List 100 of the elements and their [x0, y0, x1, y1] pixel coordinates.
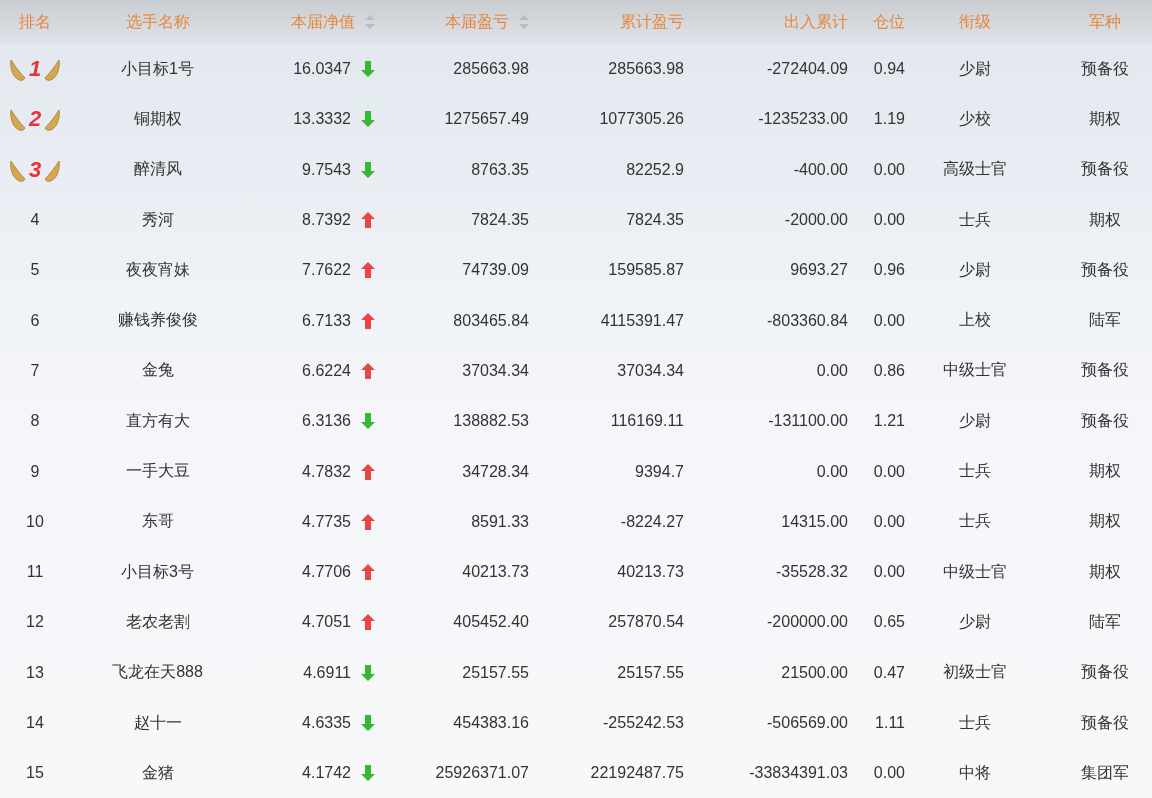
table-cell-text: 士兵: [959, 461, 991, 481]
table-cell-text: 少校: [959, 108, 991, 129]
rank-number: 10: [26, 512, 44, 531]
table-cell: 21500.00: [781, 663, 848, 682]
table-cell-text: 预备役: [1081, 662, 1129, 683]
table-cell: 0.47: [873, 663, 905, 682]
table-cell: 0.00: [873, 160, 905, 179]
rank-number: 13: [26, 663, 44, 682]
table-cell-text: 上校: [959, 310, 991, 331]
net-value: 7.7622: [302, 261, 351, 280]
player-name: 金兔: [141, 360, 174, 381]
player-name: 东哥: [141, 511, 174, 532]
table-cell: 0.00: [873, 512, 905, 531]
net-value: 4.6335: [302, 714, 351, 732]
table-cell-text: 预备役: [1081, 712, 1129, 733]
rank-medal: 2: [8, 106, 62, 133]
table-cell: -506569.00: [767, 714, 848, 732]
table-cell: 138882.53: [453, 412, 529, 431]
table-cell-text: 少尉: [959, 58, 991, 79]
table-cell: 9394.7: [635, 462, 684, 481]
table-cell: 0.96: [873, 261, 905, 280]
table-cell: 4115391.47: [600, 311, 684, 330]
table-cell-text: 预备役: [1081, 410, 1129, 431]
net-value: 4.7051: [302, 613, 351, 632]
player-name: 秀河: [141, 209, 174, 230]
table-cell: 803465.84: [453, 311, 529, 330]
table-cell-text: 初级士官: [943, 662, 1007, 683]
table-cell: 25157.55: [462, 663, 529, 682]
rank-number: 5: [30, 261, 40, 280]
table-cell: 159585.87: [608, 261, 684, 280]
rank-number: 14: [26, 714, 44, 732]
player-name: 直方有大: [125, 410, 190, 431]
table-cell: 0.00: [816, 361, 848, 380]
table-cell-text: 士兵: [959, 511, 991, 532]
column-header: 仓位: [873, 11, 905, 32]
net-value: 8.7392: [302, 211, 351, 230]
table-cell-text: 中级士官: [943, 360, 1007, 381]
table-cell: 40213.73: [462, 563, 529, 582]
table-cell-text: 少尉: [959, 259, 991, 280]
table-cell: -131100.00: [768, 412, 848, 431]
table-cell-text: 陆军: [1089, 611, 1121, 632]
player-name: 铜期权: [133, 108, 182, 129]
net-value: 13.3332: [293, 110, 351, 129]
player-name: 小目标3号: [121, 561, 194, 582]
table-cell: 7824.35: [471, 211, 529, 230]
rank-number: 15: [26, 764, 44, 783]
table-cell-text: 士兵: [959, 209, 991, 230]
sort-icon: [365, 15, 375, 29]
table-cell-text: 预备役: [1081, 259, 1129, 280]
table-cell-text: 中将: [959, 762, 991, 783]
table-cell: 25926371.07: [435, 764, 529, 783]
table-cell-text: 中级士官: [943, 561, 1007, 582]
column-header: 排名: [19, 11, 51, 32]
table-cell: 0.00: [873, 311, 905, 330]
table-cell: 37034.34: [617, 361, 684, 380]
table-cell: 0.00: [873, 211, 905, 230]
table-cell-text: 集团军: [1081, 762, 1129, 783]
table-cell-text: 预备役: [1081, 58, 1129, 79]
table-cell-text: 陆军: [1089, 310, 1121, 331]
net-value: 6.6224: [302, 361, 351, 380]
table-cell: 454383.16: [453, 714, 529, 732]
table-cell: 405452.40: [453, 613, 529, 632]
table-cell: 1275657.49: [444, 110, 529, 129]
table-cell: 0.00: [873, 462, 905, 481]
rank-number: 11: [26, 563, 44, 582]
table-cell-text: 少尉: [959, 410, 991, 431]
net-value: 4.7735: [302, 512, 351, 531]
rank-number: 7: [30, 361, 40, 380]
table-cell: 0.65: [873, 613, 905, 632]
player-name: 老农老割: [125, 611, 190, 632]
column-header: 选手名称: [125, 11, 190, 32]
rank-medal: 1: [8, 56, 62, 83]
table-cell: 40213.73: [617, 563, 684, 582]
table-cell: -8224.27: [620, 512, 684, 531]
table-cell: 74739.09: [462, 261, 529, 280]
column-header[interactable]: 本届净值: [291, 11, 375, 33]
table-cell: 14315.00: [781, 512, 848, 531]
table-cell-text: 高级士官: [943, 159, 1007, 180]
table-cell: 0.00: [873, 563, 905, 582]
table-cell: 285663.98: [453, 60, 529, 79]
table-cell-text: 期权: [1089, 209, 1121, 230]
column-header[interactable]: 本届盈亏: [445, 11, 529, 33]
table-cell: 1.21: [873, 412, 905, 431]
rank-number: 6: [30, 311, 40, 330]
table-cell-text: 预备役: [1081, 159, 1129, 180]
table-cell: -1235233.00: [758, 110, 848, 129]
net-value: 9.7543: [302, 160, 351, 179]
rank-number: 8: [30, 412, 40, 431]
table-cell: 7824.35: [626, 211, 684, 230]
column-header: 衔级: [959, 11, 991, 32]
table-cell-text: 期权: [1089, 511, 1121, 532]
table-cell: 0.94: [873, 60, 905, 79]
table-cell: 8763.35: [471, 160, 529, 179]
player-name: 飞龙在天888: [112, 662, 203, 683]
table-cell-text: 士兵: [959, 712, 991, 733]
table-cell: 285663.98: [608, 60, 684, 79]
table-cell: 0.00: [873, 764, 905, 783]
rank-number: 12: [26, 613, 44, 632]
player-name: 一手大豆: [125, 461, 190, 481]
table-cell-text: 期权: [1089, 108, 1121, 129]
